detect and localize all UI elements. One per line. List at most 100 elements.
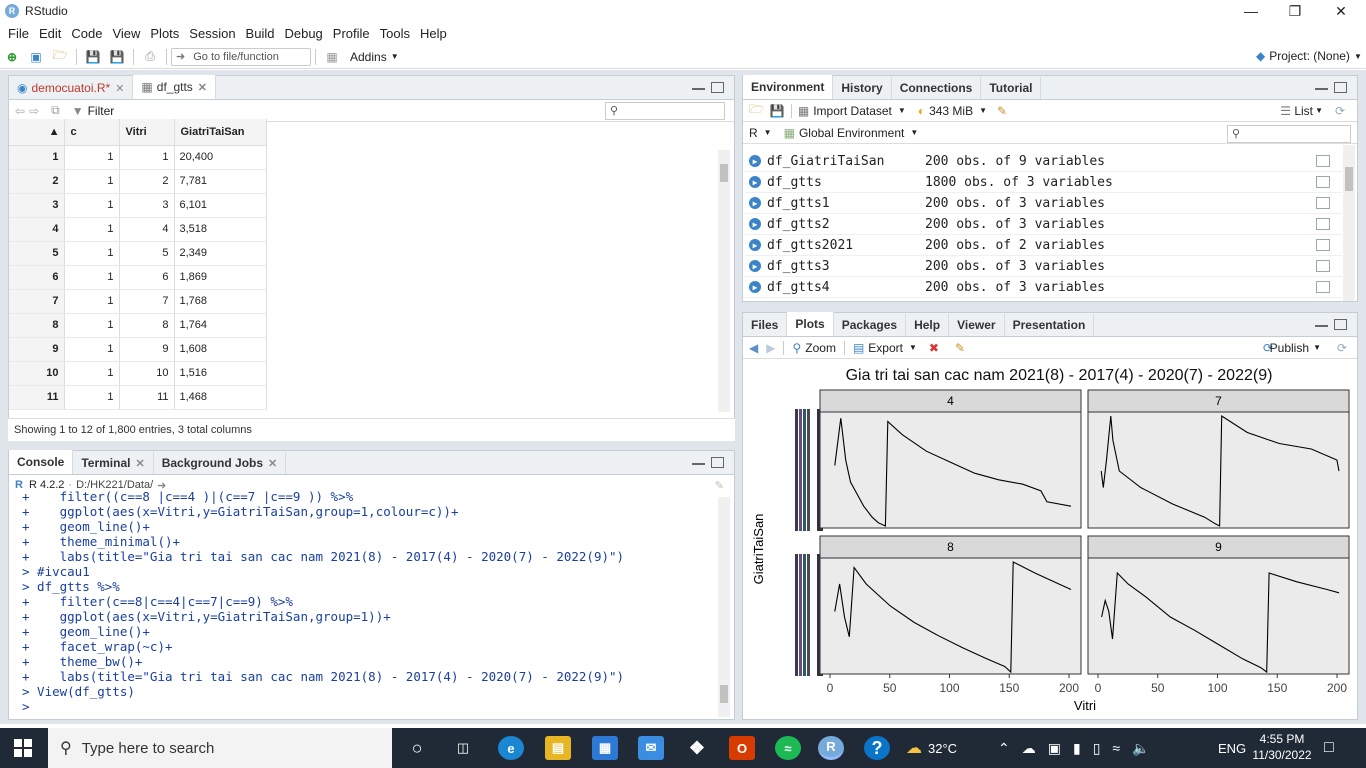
tab-console[interactable]: Console [9, 450, 74, 474]
minimize-pane-icon[interactable] [1315, 319, 1328, 327]
spotify-icon[interactable]: ≈ [775, 736, 801, 760]
publish-button[interactable]: Publish [1270, 341, 1309, 355]
column-header[interactable]: c [64, 119, 120, 146]
memory-usage[interactable]: 343 MiB [929, 104, 973, 118]
view-table-icon[interactable] [1316, 239, 1330, 251]
export-button[interactable]: Export [868, 341, 903, 355]
goto-wd-icon[interactable]: ➜ [157, 479, 166, 492]
tab-df-gtts[interactable]: ▦ df_gtts ✕ [133, 75, 217, 99]
print-icon[interactable]: ⎙ [141, 49, 159, 65]
addins-dropdown[interactable]: Addins [350, 50, 387, 64]
expand-icon[interactable]: ▶ [749, 239, 761, 251]
maximize-pane-icon[interactable] [1334, 319, 1347, 330]
scope-dropdown[interactable]: Global Environment [799, 126, 904, 140]
expand-icon[interactable]: ▶ [749, 176, 761, 188]
minimize-icon[interactable]: — [1228, 0, 1274, 22]
expand-icon[interactable]: ▶ [749, 218, 761, 230]
view-table-icon[interactable] [1316, 176, 1330, 188]
clear-console-icon[interactable]: ✎ [715, 479, 724, 492]
menu-profile[interactable]: Profile [333, 26, 370, 41]
volume-icon[interactable]: 🔈 [1132, 740, 1149, 757]
environment-search-input[interactable]: ⚲ [1227, 125, 1351, 143]
environment-scrollbar[interactable] [1343, 145, 1355, 301]
dropbox-icon[interactable]: ❖ [684, 736, 710, 760]
minimize-pane-icon[interactable] [692, 82, 705, 90]
load-workspace-icon[interactable]: 🗁 [749, 100, 764, 121]
env-item[interactable]: ▶ df_gtts 1800 obs. of 3 variables [745, 172, 1342, 193]
close-icon[interactable]: ✕ [1318, 0, 1364, 22]
console-scrollbar[interactable] [718, 497, 730, 717]
battery-icon[interactable]: ▮ [1073, 740, 1081, 757]
taskbar-search-input[interactable]: ⚲ Type here to search [48, 728, 392, 768]
menu-debug[interactable]: Debug [284, 26, 322, 41]
refresh-icon[interactable]: ⟳ [1337, 341, 1347, 355]
next-plot-icon[interactable]: ▶ [766, 341, 775, 355]
dataview-search-input[interactable]: ⚲ [605, 102, 725, 120]
maximize-pane-icon[interactable] [1334, 82, 1347, 93]
tab-packages[interactable]: Packages [834, 314, 907, 336]
pane-layout-icon[interactable]: ▦ [323, 49, 341, 65]
view-mode-dropdown[interactable]: List [1294, 104, 1313, 118]
new-project-icon[interactable]: ▣ [27, 49, 45, 65]
broom-icon[interactable]: ✎ [997, 104, 1007, 118]
rstudio-taskbar-icon[interactable]: R [818, 736, 844, 760]
onedrive-icon[interactable]: ☁ [1022, 740, 1036, 757]
tab-history[interactable]: History [833, 77, 892, 99]
env-item[interactable]: ▶ df_gtts1 200 obs. of 3 variables [745, 193, 1342, 214]
popout-icon[interactable]: ⧉ [51, 103, 60, 118]
tab-plots[interactable]: Plots [787, 312, 834, 336]
filter-button[interactable]: Filter [88, 104, 115, 118]
mail-icon[interactable]: ✉ [638, 736, 664, 760]
menu-edit[interactable]: Edit [39, 26, 61, 41]
maximize-pane-icon[interactable] [711, 457, 724, 468]
close-tab-icon[interactable]: ✕ [268, 457, 277, 470]
menu-view[interactable]: View [112, 26, 140, 41]
menu-session[interactable]: Session [189, 26, 235, 41]
tab-environment[interactable]: Environment [743, 75, 834, 99]
expand-icon[interactable]: ▶ [749, 281, 761, 293]
close-tab-icon[interactable]: ✕ [135, 457, 144, 470]
tab-help[interactable]: Help [906, 314, 950, 336]
chevron-up-icon[interactable]: ⌃ [998, 740, 1010, 757]
menu-plots[interactable]: Plots [150, 26, 179, 41]
tab-viewer[interactable]: Viewer [949, 314, 1005, 336]
save-workspace-icon[interactable]: 💾 [770, 104, 785, 118]
clock[interactable]: 4:55 PM 11/30/2022 [1250, 731, 1314, 763]
cortana-icon[interactable]: ○ [404, 736, 430, 760]
menu-tools[interactable]: Tools [380, 26, 410, 41]
open-folder-icon[interactable]: 🗁 [51, 48, 69, 65]
store-icon[interactable]: ▦ [592, 736, 618, 760]
tab-presentation[interactable]: Presentation [1005, 314, 1095, 336]
close-tab-icon[interactable]: ✕ [198, 81, 207, 94]
office-icon[interactable]: O [729, 736, 755, 760]
minimize-pane-icon[interactable] [1315, 82, 1328, 90]
minimize-pane-icon[interactable] [692, 457, 705, 465]
zoom-button[interactable]: Zoom [805, 341, 836, 355]
env-item[interactable]: ▶ df_gtts4 200 obs. of 3 variables [745, 277, 1342, 298]
view-table-icon[interactable] [1316, 281, 1330, 293]
menu-build[interactable]: Build [246, 26, 275, 41]
view-table-icon[interactable] [1316, 155, 1330, 167]
view-table-icon[interactable] [1316, 197, 1330, 209]
save-icon[interactable]: 💾 [84, 49, 102, 65]
project-menu[interactable]: ◆ Project: (None) ▼ [1256, 49, 1362, 63]
meet-icon[interactable]: ▣ [1048, 740, 1061, 757]
sort-icon[interactable]: ▲ [9, 119, 65, 146]
env-item[interactable]: ▶ df_gtts3 200 obs. of 3 variables [745, 256, 1342, 277]
new-file-icon[interactable]: ⊕ [3, 49, 21, 65]
forward-icon[interactable]: ⇨ [29, 104, 39, 118]
tab-connections[interactable]: Connections [892, 77, 982, 99]
maximize-pane-icon[interactable] [711, 82, 724, 93]
remove-plot-icon[interactable]: ✖ [929, 341, 939, 355]
menu-code[interactable]: Code [71, 26, 102, 41]
edge-icon[interactable]: e [498, 736, 524, 760]
expand-icon[interactable]: ▶ [749, 155, 761, 167]
tab-tutorial[interactable]: Tutorial [981, 77, 1042, 99]
env-item[interactable]: ▶ df_gtts2021 200 obs. of 2 variables [745, 235, 1342, 256]
import-dataset-button[interactable]: Import Dataset [813, 104, 892, 118]
back-icon[interactable]: ⇦ [15, 104, 25, 118]
wifi-icon[interactable]: ≈ [1112, 740, 1120, 756]
refresh-icon[interactable]: ⟳ [1335, 104, 1345, 118]
task-view-icon[interactable]: ◫ [450, 736, 476, 760]
menu-help[interactable]: Help [420, 26, 447, 41]
